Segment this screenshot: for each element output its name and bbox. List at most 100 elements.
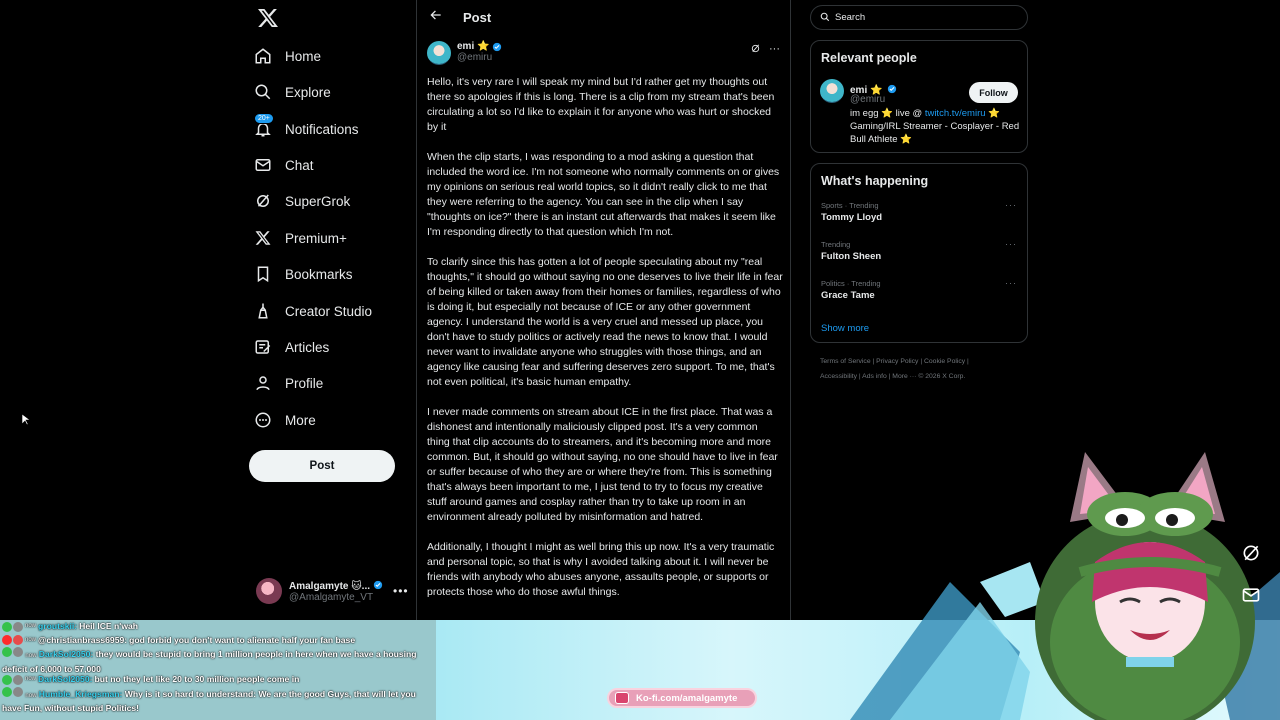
nav-explore[interactable]: Explore bbox=[254, 77, 331, 107]
nav-creator-studio[interactable]: Creator Studio bbox=[254, 296, 372, 326]
search-icon bbox=[820, 9, 830, 27]
nav-bookmarks[interactable]: Bookmarks bbox=[254, 259, 353, 289]
trend-meta: Politics · Trending bbox=[821, 279, 881, 288]
trend-meta: Trending bbox=[821, 240, 851, 249]
search-icon bbox=[254, 83, 272, 101]
chat-message: now Humble_Kriegsman: Why is it so hard … bbox=[2, 686, 416, 713]
nav-notifications[interactable]: 20+ Notifications bbox=[254, 113, 359, 144]
trend-topic: Tommy Lloyd bbox=[821, 212, 883, 223]
post-header: Post bbox=[417, 0, 790, 34]
post-paragraph: Hello, it's very rare I will speak my mi… bbox=[427, 76, 775, 133]
platform-icon bbox=[2, 686, 23, 697]
nav-label: Notifications bbox=[285, 121, 359, 137]
platform-icon bbox=[2, 635, 23, 646]
nav-label: Chat bbox=[285, 157, 314, 173]
mouse-cursor-icon bbox=[22, 414, 30, 426]
platform-icon bbox=[2, 647, 23, 657]
page-title: Post bbox=[463, 9, 492, 25]
avatar[interactable] bbox=[427, 41, 451, 65]
nav-articles[interactable]: Articles bbox=[254, 332, 329, 362]
kofi-link[interactable]: Ko-fi.com/amalgamyte bbox=[607, 688, 757, 708]
footer-line[interactable]: Accessibility | Ads info | More ··· © 20… bbox=[820, 369, 1030, 384]
grok-icon bbox=[254, 192, 272, 210]
notification-badge: 20+ bbox=[254, 113, 274, 124]
post-paragraph: When the clip starts, I was responding t… bbox=[427, 151, 780, 238]
nav-label: Premium+ bbox=[285, 230, 347, 246]
author-name[interactable]: emi ⭐ bbox=[457, 41, 502, 52]
relevant-person-bio: im egg ⭐ live @ twitch.tv/emiru ⭐ Gaming… bbox=[850, 108, 1020, 145]
avatar bbox=[256, 578, 282, 604]
post-author[interactable]: emi ⭐ @emiru bbox=[427, 41, 502, 65]
stream-chat: now groutskii: Heil ICE n'wah now @chris… bbox=[0, 620, 436, 720]
post-paragraph: I never made comments on stream about IC… bbox=[427, 406, 778, 523]
verified-badge-icon bbox=[887, 84, 897, 94]
grok-icon[interactable] bbox=[1236, 538, 1266, 568]
show-more-link[interactable]: Show more bbox=[811, 315, 1027, 346]
nav-label: Home bbox=[285, 48, 322, 64]
trend-topic: Grace Tame bbox=[821, 290, 875, 301]
chat-message: now DarkSol2050: but no they let like 20… bbox=[0, 673, 436, 687]
bookmark-icon bbox=[254, 265, 272, 283]
trend-item[interactable]: Politics · Trending Grace Tame ··· bbox=[811, 276, 1027, 315]
chat-message: now @christianbrass6959: god forbid you … bbox=[0, 634, 436, 648]
post-paragraph: To clarify since this has gotten a lot o… bbox=[427, 256, 783, 388]
whats-happening-card: What's happening Sports · Trending Tommy… bbox=[810, 163, 1028, 343]
footer-line[interactable]: Terms of Service | Privacy Policy | Cook… bbox=[820, 354, 1030, 369]
trend-item[interactable]: Trending Fulton Sheen ··· bbox=[811, 237, 1027, 276]
vtuber-avatar bbox=[850, 452, 1280, 720]
nav-premium[interactable]: Premium+ bbox=[254, 223, 347, 253]
platform-icon bbox=[2, 621, 23, 632]
account-name: Amalgamyte 🐱... bbox=[289, 580, 383, 592]
back-arrow-icon[interactable] bbox=[429, 8, 443, 27]
account-switcher[interactable]: Amalgamyte 🐱... @Amalgamyte_VT ••• bbox=[256, 578, 408, 604]
post-button[interactable]: Post bbox=[249, 450, 395, 482]
chat-message: now groutskii: Heil ICE n'wah bbox=[0, 620, 436, 634]
nav-label: SuperGrok bbox=[285, 193, 351, 209]
kofi-label: Ko-fi.com/amalgamyte bbox=[636, 692, 738, 704]
chat-message: now DarkSol2050: they would be stupid to… bbox=[2, 647, 417, 673]
nav-profile[interactable]: Profile bbox=[254, 368, 323, 398]
nav-more[interactable]: More bbox=[254, 405, 316, 435]
more-dots-icon[interactable]: ··· bbox=[1005, 200, 1017, 210]
grok-icon[interactable] bbox=[750, 43, 761, 57]
follow-button[interactable]: Follow bbox=[969, 82, 1018, 103]
kofi-cup-icon bbox=[615, 692, 629, 704]
avatar[interactable] bbox=[820, 79, 844, 103]
verified-badge-icon bbox=[373, 580, 382, 589]
post-body: Hello, it's very rare I will speak my mi… bbox=[427, 75, 783, 615]
more-circle-icon bbox=[254, 411, 272, 429]
relevant-person-handle[interactable]: @emiru bbox=[850, 94, 885, 105]
search-input[interactable] bbox=[835, 12, 1015, 23]
person-icon bbox=[254, 374, 272, 392]
more-dots-icon[interactable]: ··· bbox=[769, 43, 780, 57]
x-logo-icon bbox=[254, 229, 272, 247]
more-dots-icon[interactable]: ··· bbox=[1005, 278, 1017, 288]
nav-supergrok[interactable]: SuperGrok bbox=[254, 186, 350, 216]
post-paragraph: Additionally, I thought I might as well … bbox=[427, 541, 775, 598]
verified-badge-icon bbox=[493, 42, 502, 51]
lightning-icon bbox=[254, 302, 272, 320]
search-bar[interactable] bbox=[810, 5, 1028, 30]
nav-label: Bookmarks bbox=[285, 266, 353, 282]
more-dots-icon[interactable]: ··· bbox=[1005, 239, 1017, 249]
footer-links[interactable]: Terms of Service | Privacy Policy | Cook… bbox=[820, 354, 1030, 384]
bio-link[interactable]: twitch.tv/emiru bbox=[925, 108, 986, 119]
account-handle: @Amalgamyte_VT bbox=[289, 591, 374, 603]
left-navigation: Home Explore 20+ Notifications Chat Supe… bbox=[248, 0, 416, 620]
nav-chat[interactable]: Chat bbox=[254, 150, 314, 180]
nav-label: Explore bbox=[285, 84, 331, 100]
nav-label: More bbox=[285, 412, 316, 428]
article-icon bbox=[254, 338, 272, 356]
author-handle[interactable]: @emiru bbox=[457, 52, 502, 63]
trend-item[interactable]: Sports · Trending Tommy Lloyd ··· bbox=[811, 198, 1027, 237]
post-actions: ··· bbox=[750, 43, 780, 57]
trend-meta: Sports · Trending bbox=[821, 201, 879, 210]
mail-icon[interactable] bbox=[1236, 580, 1266, 610]
nav-label: Articles bbox=[285, 339, 330, 355]
platform-icon bbox=[2, 674, 23, 685]
nav-label: Creator Studio bbox=[285, 303, 373, 319]
section-title: Relevant people bbox=[821, 51, 917, 65]
x-logo-icon[interactable] bbox=[256, 6, 280, 30]
more-dots-icon[interactable]: ••• bbox=[393, 584, 409, 598]
nav-home[interactable]: Home bbox=[254, 41, 321, 71]
